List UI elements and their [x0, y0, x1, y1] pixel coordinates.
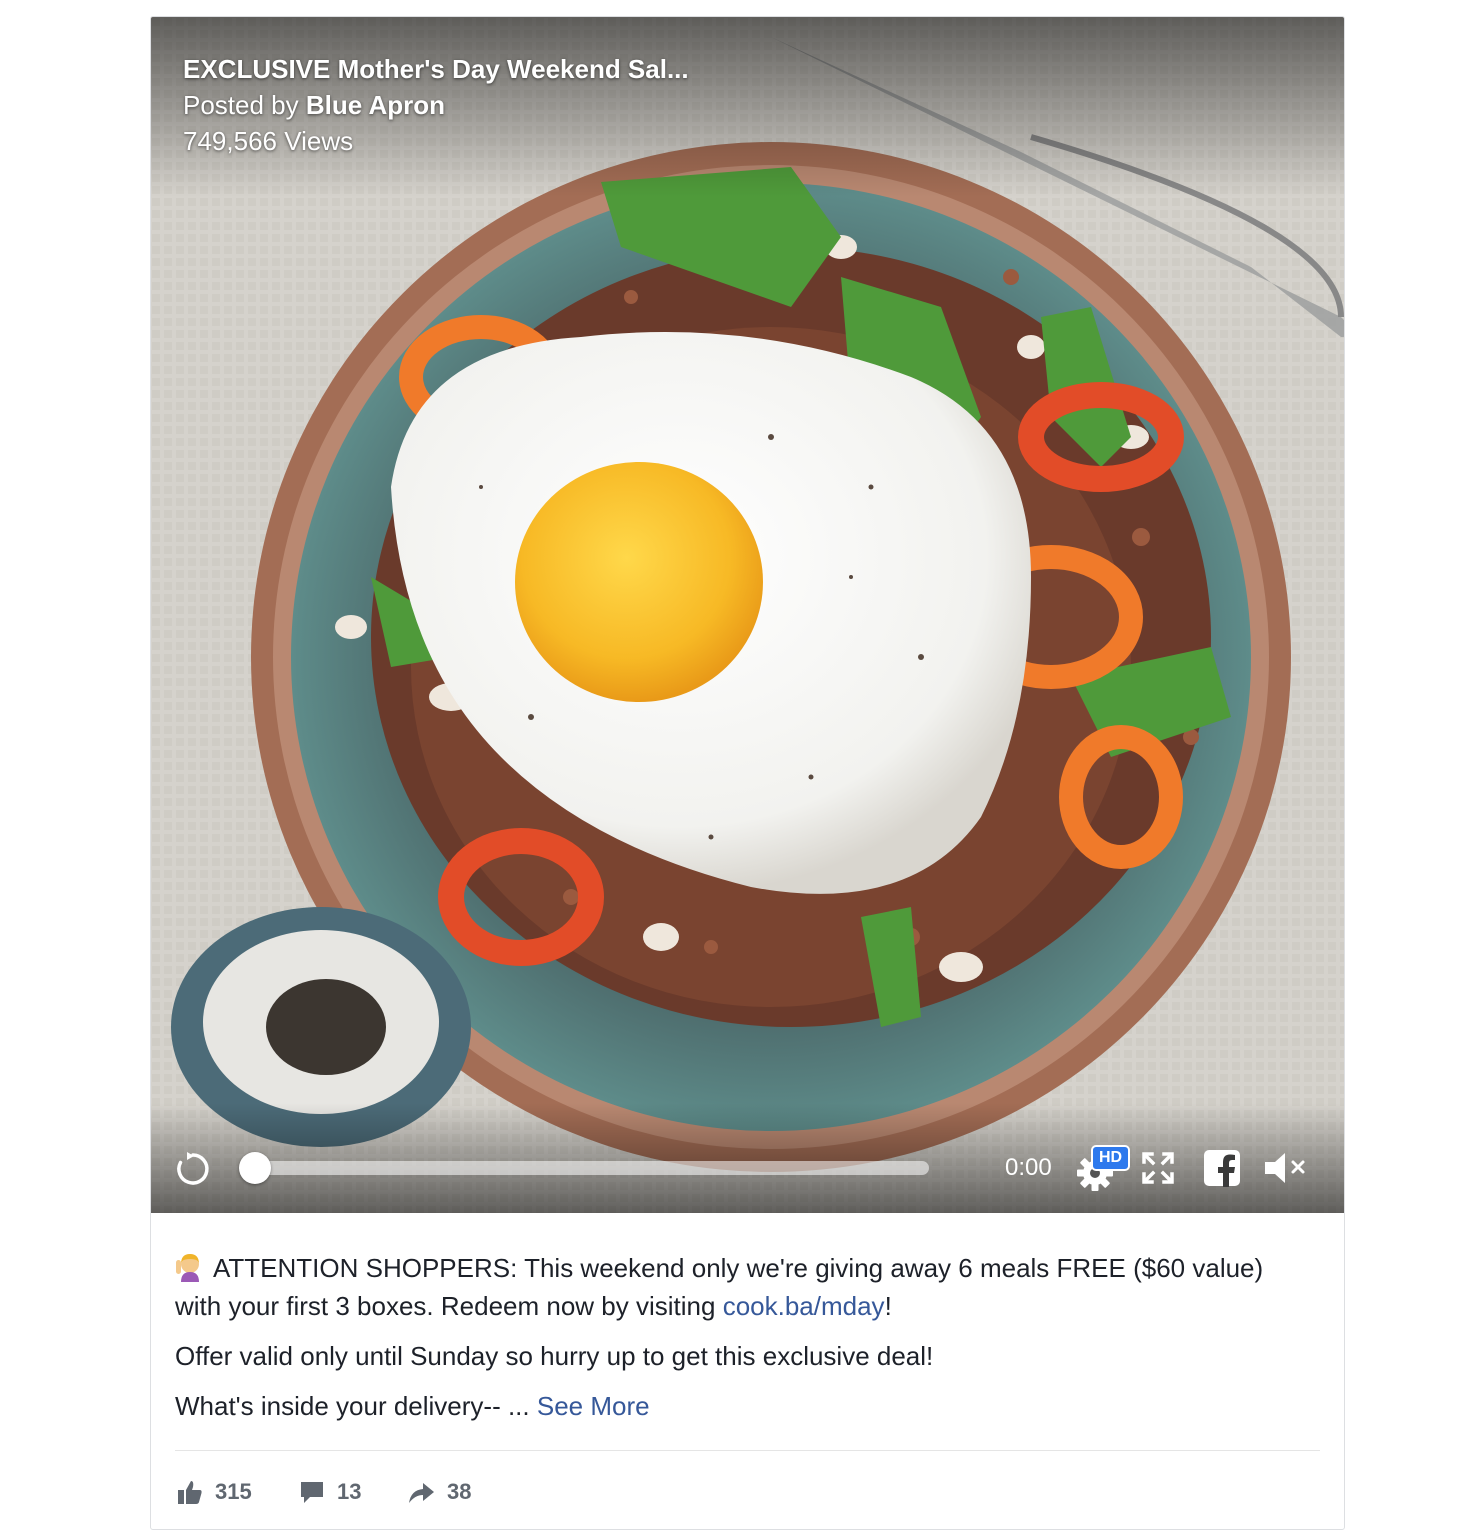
see-more-link[interactable]: See More [537, 1391, 650, 1421]
share-count: 38 [447, 1479, 472, 1504]
post-line-1-text: ATTENTION SHOPPERS: This weekend only we… [175, 1253, 1264, 1321]
video-post-card: EXCLUSIVE Mother's Day Weekend Sal... Po… [150, 16, 1345, 1530]
share-arrow-icon [409, 1483, 434, 1503]
facebook-icon[interactable] [1203, 1149, 1241, 1187]
fullscreen-icon[interactable] [1141, 1151, 1175, 1185]
thumbs-up-icon [178, 1481, 202, 1504]
progress-knob[interactable] [239, 1152, 271, 1184]
post-line-1-end: ! [884, 1291, 892, 1321]
comment-count-button[interactable]: 13 [299, 1475, 361, 1509]
comment-count: 13 [337, 1479, 362, 1504]
video-meta: EXCLUSIVE Mother's Day Weekend Sal... Po… [183, 51, 689, 159]
video-player[interactable]: EXCLUSIVE Mother's Day Weekend Sal... Po… [151, 17, 1344, 1213]
post-line-3: What's inside your delivery-- ... See Mo… [175, 1387, 1315, 1425]
offer-link[interactable]: cook.ba/mday [723, 1291, 885, 1321]
like-count-button[interactable]: 315 [177, 1475, 252, 1509]
share-count-button[interactable]: 38 [407, 1475, 471, 1509]
post-line-1: ATTENTION SHOPPERS: This weekend only we… [175, 1249, 1315, 1325]
like-count: 315 [215, 1479, 252, 1504]
view-count: 749,566 Views [183, 126, 354, 156]
comment-icon [301, 1482, 323, 1503]
post-line-3-text: What's inside your delivery-- ... [175, 1391, 530, 1421]
posted-by-prefix: Posted by [183, 90, 299, 120]
post-message: ATTENTION SHOPPERS: This weekend only we… [175, 1249, 1315, 1437]
posted-by: Posted by Blue Apron [183, 87, 689, 123]
current-time: 0:00 [1005, 1154, 1052, 1181]
footer-divider [175, 1450, 1320, 1451]
woman-raising-hand-emoji [176, 1254, 199, 1282]
video-title[interactable]: EXCLUSIVE Mother's Day Weekend Sal... [183, 51, 689, 87]
replay-icon[interactable] [173, 1149, 213, 1189]
progress-bar[interactable] [239, 1152, 929, 1184]
post-line-2: Offer valid only until Sunday so hurry u… [175, 1341, 934, 1371]
mute-icon[interactable] [1265, 1149, 1309, 1187]
author-name[interactable]: Blue Apron [306, 90, 445, 120]
hd-badge[interactable]: HD [1091, 1145, 1131, 1171]
video-controls: 0:00 HD [151, 1143, 1344, 1193]
